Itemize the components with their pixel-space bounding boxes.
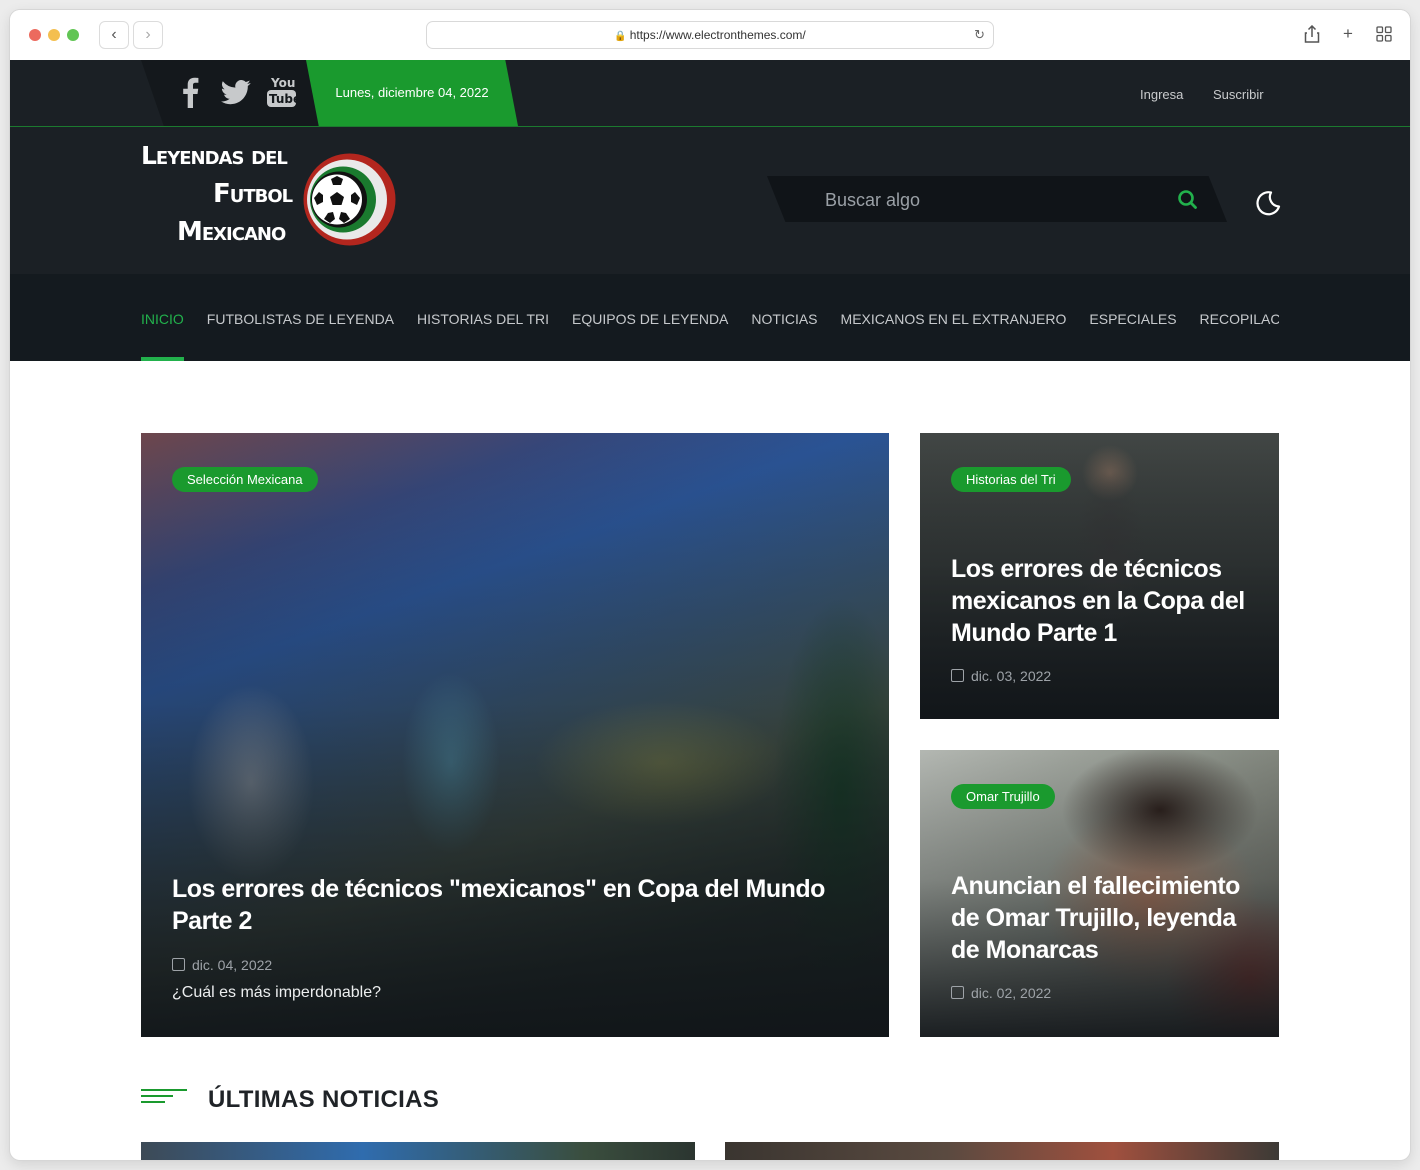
svg-text:You: You	[270, 76, 295, 90]
svg-text:Tube: Tube	[269, 92, 297, 106]
maximize-window-button[interactable]	[67, 29, 79, 41]
site-logo[interactable]: Leyendas del Futbol Mexicano	[141, 137, 301, 251]
main-navigation: INICIO FUTBOLISTAS DE LEYENDA HISTORIAS DE…	[10, 274, 1410, 361]
chevron-left-icon: ‹	[111, 26, 117, 43]
nav-item-especiales[interactable]: ESPECIALES	[1089, 274, 1176, 361]
logo-line-1: Leyendas del	[141, 141, 288, 170]
tab-overview-button[interactable]	[1371, 21, 1397, 47]
youtube-icon[interactable]: You Tube	[267, 74, 297, 108]
share-icon	[1304, 24, 1320, 43]
date-text: dic. 04, 2022	[192, 957, 273, 973]
plus-icon: +	[1343, 24, 1353, 43]
featured-side-card-2[interactable]: Omar Trujillo Anuncian el fallecimiento …	[920, 750, 1279, 1037]
category-badge[interactable]: Selección Mexicana	[172, 467, 318, 492]
nav-item-futbolistas-de-leyenda[interactable]: FUTBOLISTAS DE LEYENDA	[207, 274, 394, 361]
browser-window: ‹ › 🔒 https://www.electronthemes.com/ ↻ +…	[10, 10, 1410, 1160]
article-title[interactable]: Los errores de técnicos mexicanos en la …	[951, 553, 1251, 649]
grid-icon	[1376, 26, 1392, 42]
category-badge[interactable]: Historias del Tri	[951, 467, 1071, 492]
subscribe-link[interactable]: Suscribir	[1213, 87, 1264, 102]
nav-item-recopilaciones[interactable]: RECOPILACIONES	[1200, 274, 1279, 361]
featured-main-card[interactable]: Selección Mexicana Los errores de técnic…	[141, 433, 889, 1037]
logo-line-3: Mexicano	[177, 217, 286, 247]
search-input[interactable]	[823, 176, 1157, 222]
article-excerpt: ¿Cuál es más imperdonable?	[172, 984, 381, 1001]
social-links: You Tube	[141, 60, 331, 126]
url-text: https://www.electronthemes.com/	[629, 28, 806, 42]
browser-toolbar: ‹ › 🔒 https://www.electronthemes.com/ ↻ +	[10, 10, 1410, 61]
minimize-window-button[interactable]	[48, 29, 60, 41]
article-date: dic. 02, 2022	[951, 985, 1051, 1001]
nav-item-equipos-de-leyenda[interactable]: EQUIPOS DE LEYENDA	[572, 274, 728, 361]
address-bar[interactable]: 🔒 https://www.electronthemes.com/ ↻	[426, 21, 994, 49]
news-thumbnail-1[interactable]	[141, 1142, 695, 1160]
logo-line-2: Futbol	[213, 179, 293, 209]
logo-ball-icon	[303, 153, 396, 246]
calendar-icon	[951, 986, 964, 999]
date-text: dic. 03, 2022	[971, 668, 1052, 684]
category-badge[interactable]: Omar Trujillo	[951, 784, 1055, 809]
new-tab-button[interactable]: +	[1335, 21, 1361, 47]
lock-icon: 🔒	[614, 31, 627, 42]
section-lines-icon	[141, 1089, 187, 1103]
article-title[interactable]: Los errores de técnicos "mexicanos" en C…	[172, 873, 862, 937]
nav-item-mexicanos-en-el-extranjero[interactable]: MEXICANOS EN EL EXTRANJERO	[841, 274, 1067, 361]
search-box	[767, 176, 1227, 222]
moon-icon[interactable]	[1252, 189, 1282, 219]
login-link[interactable]: Ingresa	[1140, 87, 1183, 102]
nav-item-historias-del-tri[interactable]: HISTORIAS DEL TRI	[417, 274, 549, 361]
reload-icon[interactable]: ↻	[974, 22, 985, 48]
top-bar: You Tube Lunes, diciembre 04, 2022 Ingres…	[10, 60, 1410, 127]
calendar-icon	[951, 669, 964, 682]
article-title[interactable]: Anuncian el fallecimiento de Omar Trujil…	[951, 870, 1251, 966]
calendar-icon	[172, 958, 185, 971]
close-window-button[interactable]	[29, 29, 41, 41]
section-title: ÚLTIMAS NOTICIAS	[208, 1086, 440, 1113]
site-header: Leyendas del Futbol Mexicano	[10, 127, 1410, 274]
nav-item-noticias[interactable]: NOTICIAS	[751, 274, 817, 361]
article-date: dic. 03, 2022	[951, 668, 1051, 684]
chevron-right-icon: ›	[145, 26, 151, 43]
back-button[interactable]: ‹	[99, 21, 129, 49]
featured-side-card-1[interactable]: Historias del Tri Los errores de técnico…	[920, 433, 1279, 719]
share-button[interactable]	[1299, 21, 1325, 47]
facebook-icon[interactable]	[181, 76, 199, 108]
date-text: dic. 02, 2022	[971, 985, 1052, 1001]
current-date: Lunes, diciembre 04, 2022	[306, 60, 518, 126]
news-thumbnail-2[interactable]	[725, 1142, 1279, 1160]
search-icon[interactable]	[1175, 188, 1201, 212]
twitter-icon[interactable]	[221, 80, 251, 105]
forward-button[interactable]: ›	[133, 21, 163, 49]
article-date: dic. 04, 2022	[172, 957, 272, 973]
nav-item-inicio[interactable]: INICIO	[141, 274, 184, 361]
